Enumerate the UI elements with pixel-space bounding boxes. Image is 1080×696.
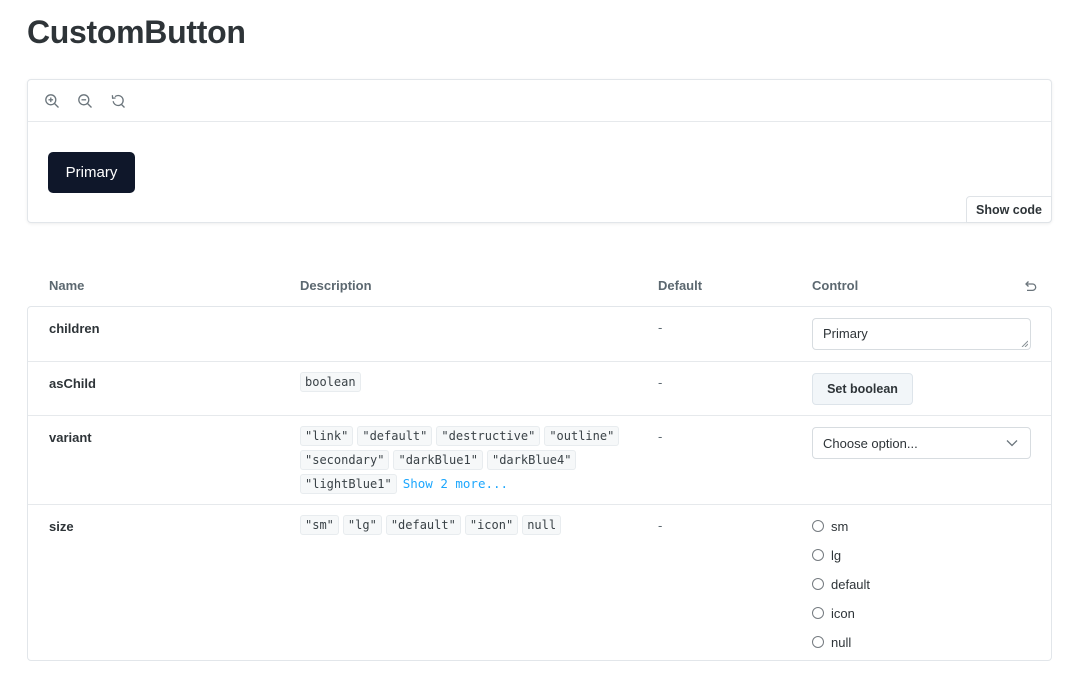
table-row-children: children - Primary bbox=[28, 307, 1051, 361]
type-tag: "link" bbox=[300, 426, 354, 446]
header-name: Name bbox=[49, 278, 85, 293]
table-row-variant: variant "link" "default" "destructive" "… bbox=[28, 415, 1051, 505]
type-tag: "default" bbox=[357, 426, 433, 446]
radio-button[interactable] bbox=[812, 520, 824, 532]
args-table-header: Name Description Default Control bbox=[27, 270, 1052, 306]
type-tag: "default" bbox=[385, 515, 461, 535]
set-boolean-button[interactable]: Set boolean bbox=[812, 373, 913, 405]
radio-button[interactable] bbox=[812, 636, 824, 648]
radio-button[interactable] bbox=[812, 578, 824, 590]
radio-label: icon bbox=[831, 605, 855, 621]
prop-name: asChild bbox=[49, 376, 96, 391]
prop-default: - bbox=[658, 375, 663, 390]
table-row-size: size "sm" "lg" "default" "icon" null - s… bbox=[28, 504, 1051, 661]
variant-control: Choose option... bbox=[812, 427, 1031, 459]
zoom-out-icon[interactable] bbox=[75, 91, 95, 111]
radio-label: lg bbox=[831, 547, 842, 563]
preview-toolbar bbox=[28, 80, 1051, 122]
table-row-aschild: asChild boolean - Set boolean bbox=[28, 361, 1051, 416]
zoom-in-icon[interactable] bbox=[42, 91, 62, 111]
type-tag: "icon" bbox=[464, 515, 519, 535]
prop-default: - bbox=[658, 320, 663, 335]
radio-option-icon[interactable]: icon bbox=[812, 603, 870, 623]
type-tag: "darkBlue4" bbox=[486, 450, 577, 470]
select-placeholder: Choose option... bbox=[823, 435, 918, 451]
header-control: Control bbox=[812, 278, 859, 293]
radio-option-sm[interactable]: sm bbox=[812, 516, 870, 536]
show-more-link[interactable]: Show 2 more... bbox=[403, 474, 508, 494]
type-tag: "secondary" bbox=[300, 450, 390, 470]
header-description: Description bbox=[300, 278, 372, 293]
prop-description: "link" "default" "destructive" "outline"… bbox=[300, 426, 630, 494]
radio-label: null bbox=[831, 634, 852, 650]
type-tag: "sm" bbox=[300, 515, 339, 535]
children-textarea[interactable]: Primary bbox=[812, 318, 1031, 350]
type-tag: "darkBlue1" bbox=[393, 450, 483, 470]
type-tag: "destructive" bbox=[436, 426, 541, 446]
radio-button[interactable] bbox=[812, 607, 824, 619]
aschild-control: Set boolean bbox=[812, 373, 913, 405]
preview-canvas: Primary Show code bbox=[27, 79, 1052, 223]
prop-name: children bbox=[49, 321, 100, 336]
chevron-down-icon bbox=[1006, 440, 1018, 447]
type-tag: "lg" bbox=[342, 515, 382, 535]
radio-option-lg[interactable]: lg bbox=[812, 545, 870, 565]
type-tag: boolean bbox=[300, 372, 361, 392]
type-tag: "outline" bbox=[544, 426, 620, 446]
header-default: Default bbox=[658, 278, 703, 293]
prop-default: - bbox=[658, 518, 663, 533]
variant-select[interactable]: Choose option... bbox=[812, 427, 1031, 459]
children-control: Primary bbox=[812, 318, 1031, 350]
radio-option-null[interactable]: null bbox=[812, 632, 870, 652]
prop-description: "sm" "lg" "default" "icon" null bbox=[300, 515, 630, 535]
primary-demo-button[interactable]: Primary bbox=[48, 152, 135, 193]
radio-option-default[interactable]: default bbox=[812, 574, 870, 594]
prop-description: boolean bbox=[300, 372, 630, 392]
prop-name: size bbox=[49, 519, 74, 534]
args-table: children - Primary asChild boolean - Set… bbox=[27, 306, 1052, 661]
show-code-button[interactable]: Show code bbox=[966, 196, 1052, 223]
size-radio-group: sm lg default icon null bbox=[812, 516, 870, 661]
radio-label: sm bbox=[831, 518, 849, 534]
prop-default: - bbox=[658, 429, 663, 444]
undo-icon[interactable] bbox=[1022, 278, 1038, 294]
reset-zoom-icon[interactable] bbox=[108, 91, 128, 111]
page-title: CustomButton bbox=[27, 14, 246, 50]
prop-name: variant bbox=[49, 430, 92, 445]
type-tag: null bbox=[522, 515, 562, 535]
resize-grip-icon[interactable] bbox=[1021, 340, 1028, 347]
radio-button[interactable] bbox=[812, 549, 824, 561]
type-tag: "lightBlue1" bbox=[300, 474, 397, 494]
radio-label: default bbox=[831, 576, 871, 592]
